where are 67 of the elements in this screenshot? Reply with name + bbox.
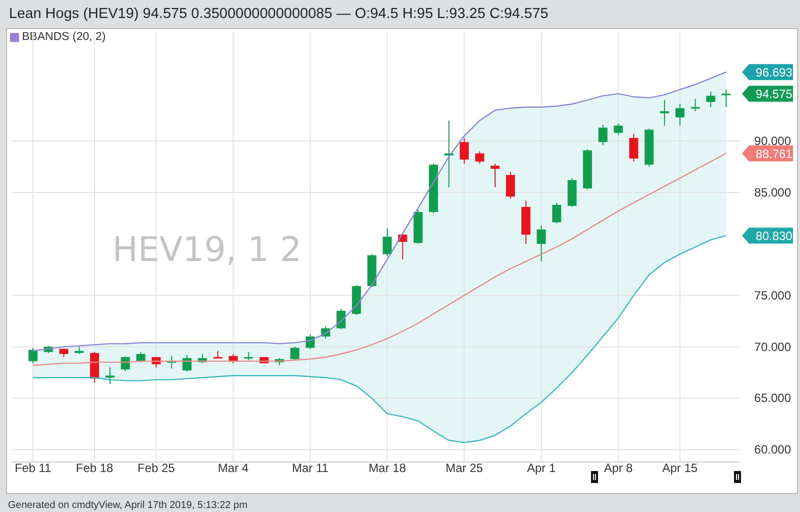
candlestick	[274, 358, 284, 366]
y-axis-label: 60.000	[754, 442, 791, 457]
range-handle[interactable]	[591, 471, 598, 483]
candlestick	[598, 124, 608, 146]
candlestick	[706, 91, 716, 108]
x-axis-label: Mar 18	[368, 461, 406, 475]
y-axis-label: 85.000	[754, 185, 791, 200]
watermark-text: HEV19, 1 2	[112, 230, 302, 270]
x-axis-label: Apr 15	[662, 461, 698, 475]
candlestick	[321, 326, 330, 340]
candlestick	[352, 284, 361, 316]
candlestick	[152, 356, 161, 368]
price-tag: 94.575	[742, 86, 793, 102]
candlestick	[536, 224, 546, 262]
candlestick	[74, 346, 84, 354]
x-axis-label: Apr 8	[604, 461, 633, 475]
x-axis-label: Mar 11	[292, 461, 328, 475]
candlestick	[59, 348, 68, 358]
candlestick	[490, 163, 500, 188]
candlestick	[182, 354, 192, 372]
x-axis-label: Mar 4	[218, 461, 249, 475]
candlestick	[444, 120, 454, 188]
y-axis-label: 75.000	[754, 288, 791, 302]
candlestick	[660, 99, 670, 126]
x-axis-label: Apr 1	[526, 461, 556, 475]
candlestick	[414, 209, 423, 244]
x-axis-label: Feb 25	[138, 461, 175, 475]
price-tag: 96.693	[742, 64, 793, 80]
footer-text: Generated on cmdtyView, April 17th 2019, 5:13:22 pm	[7, 499, 248, 511]
candlestick	[228, 353, 238, 364]
candlestick	[198, 353, 207, 364]
candlestick	[136, 351, 146, 363]
candlestick	[644, 128, 654, 168]
candlestick	[428, 163, 438, 214]
candlestick	[690, 98, 700, 112]
x-axis-label: Feb 11	[14, 461, 52, 475]
candlestick	[675, 104, 684, 126]
candlestick	[244, 351, 254, 361]
x-axis-label: Mar 25	[446, 461, 483, 475]
candlestick	[629, 133, 638, 162]
candlestick	[568, 178, 577, 208]
candlestick	[614, 123, 623, 136]
candlestick	[105, 366, 114, 384]
candlestick	[336, 308, 346, 330]
y-axis-label: 65.000	[754, 391, 791, 406]
candlestick	[398, 233, 408, 260]
price-tag: 88.761	[742, 145, 793, 162]
candlestick	[460, 137, 469, 164]
candlestick	[583, 148, 592, 190]
legend-label: BBANDS (20, 2)	[22, 31, 106, 43]
x-axis-label: Feb 18	[76, 461, 114, 475]
chart-title: Lean Hogs (HEV19) 94.575 0.3500000000000085 — O:94.5 H:95 L:93.25 C:94.575	[8, 5, 550, 24]
candlestick	[722, 89, 731, 108]
candlestick	[306, 334, 315, 350]
candlestick	[552, 202, 562, 224]
candlestick	[521, 200, 530, 244]
candlestick	[506, 171, 515, 200]
candlestick	[475, 150, 484, 164]
candlestick	[44, 345, 53, 354]
y-axis-label: 70.000	[754, 340, 791, 354]
candlestick	[367, 254, 376, 288]
candlestick	[213, 350, 222, 359]
price-tag: 80.830	[742, 228, 793, 244]
range-handle[interactable]	[734, 471, 741, 483]
candlestick	[28, 347, 38, 364]
candlestick	[382, 228, 392, 257]
candlestick	[167, 356, 176, 369]
